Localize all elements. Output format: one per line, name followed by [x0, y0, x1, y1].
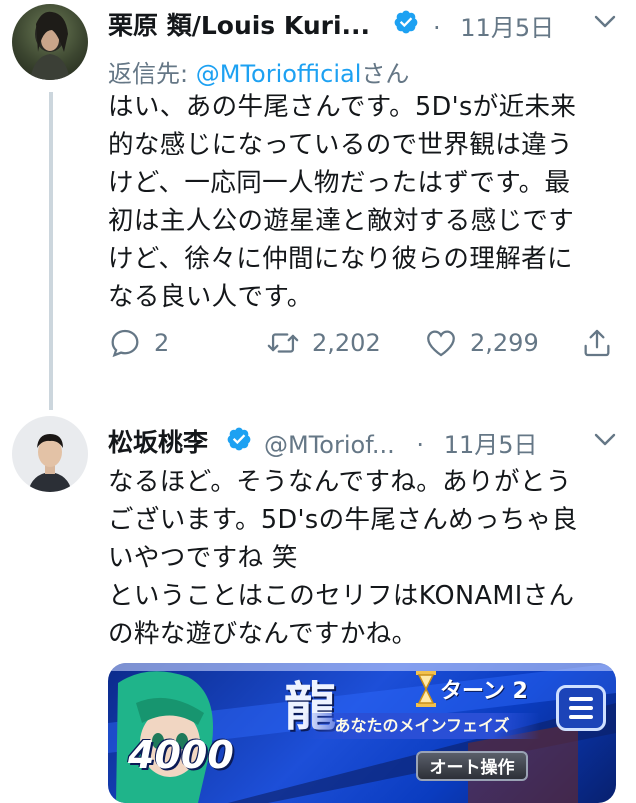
- share-button[interactable]: [580, 326, 614, 360]
- avatar-matsuzaka[interactable]: [12, 416, 88, 492]
- avatar-louis[interactable]: [12, 4, 88, 80]
- reply-mention-link[interactable]: @MToriofficial: [196, 60, 362, 88]
- tweet-text: なるほど。そうなんですね。ありがとう ございます。5D'sの牛尾さんめっちゃ良 …: [108, 467, 578, 649]
- verified-badge-icon: [227, 427, 251, 451]
- like-icon: [427, 330, 455, 357]
- menu-icon: [569, 697, 593, 719]
- reply-button[interactable]: 2: [108, 326, 169, 360]
- verified-badge-icon: [394, 10, 418, 34]
- display-name[interactable]: 松坂桃李: [108, 423, 208, 459]
- tweet-date[interactable]: 11月5日: [460, 14, 554, 42]
- thread-line: [49, 92, 53, 410]
- like-button[interactable]: 2,299: [424, 326, 539, 360]
- auto-play-button[interactable]: オート操作: [416, 751, 528, 781]
- tweet-text: はい、あの牛尾さんです。5D'sが近未来 的な感じになっているので世界観は違う …: [108, 92, 577, 312]
- turn-indicator: ターン 2: [440, 679, 528, 704]
- chevron-down-icon[interactable]: [594, 15, 616, 29]
- like-count: 2,299: [470, 329, 539, 357]
- handle[interactable]: @MToriof...: [264, 431, 395, 459]
- tweet-date[interactable]: 11月5日: [444, 431, 538, 459]
- retweet-button[interactable]: 2,202: [266, 326, 381, 360]
- hourglass-icon: [416, 671, 436, 707]
- menu-button[interactable]: [556, 685, 606, 731]
- reply-icon: [111, 329, 139, 358]
- retweet-count: 2,202: [312, 329, 381, 357]
- life-points: 4000: [128, 733, 234, 777]
- chevron-down-icon[interactable]: [594, 433, 616, 447]
- reply-suffix: さん: [361, 60, 410, 88]
- reply-to: 返信先: @MToriofficialさん: [108, 54, 409, 89]
- tweet-meta[interactable]: · 11月5日: [433, 8, 554, 43]
- display-name[interactable]: 栗原 類/Louis Kuri...: [108, 6, 370, 42]
- retweet-icon: [267, 333, 299, 353]
- reply-prefix: 返信先:: [108, 60, 189, 88]
- phase-banner: あなたのメインフェイズ: [304, 713, 540, 739]
- share-icon: [584, 329, 610, 357]
- media-card[interactable]: 4000 龍 ターン 2 あなたのメインフェイズ オート操作: [108, 663, 616, 803]
- reply-count: 2: [154, 329, 170, 357]
- tweet-meta[interactable]: @MToriof... · 11月5日: [264, 425, 538, 460]
